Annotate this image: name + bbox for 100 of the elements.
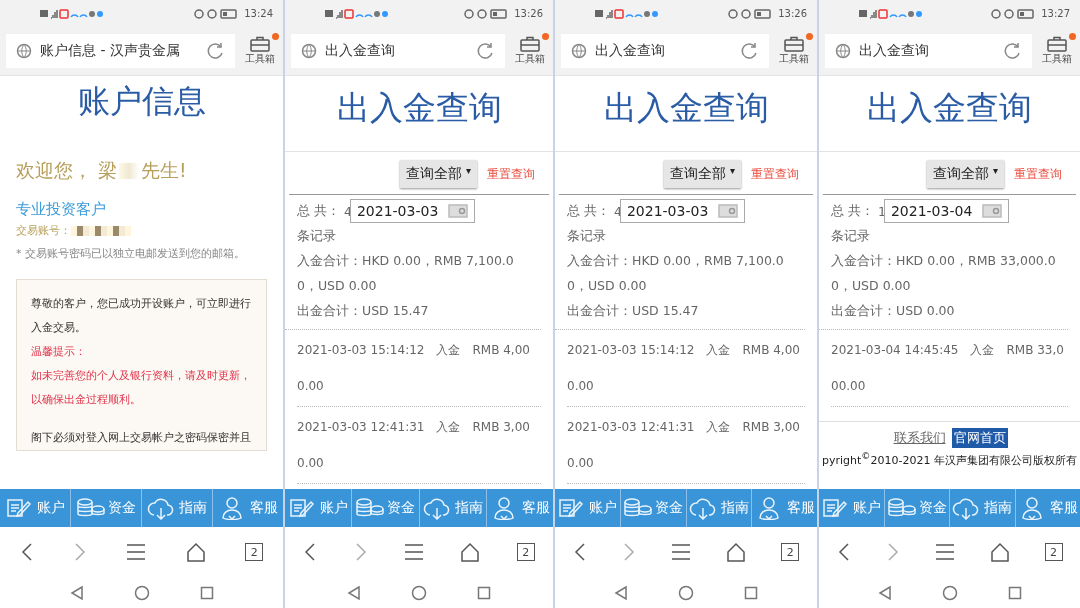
status-time: 13:27 xyxy=(1041,8,1070,19)
total-label: 总 共： xyxy=(831,202,874,220)
footer-link[interactable]: 官网首页 xyxy=(951,428,1008,448)
reset-link[interactable]: 重置查询 xyxy=(487,165,535,183)
calendar-icon xyxy=(718,204,739,218)
page-heading: 账户信息 xyxy=(76,81,207,122)
bottom-tab[interactable]: 指南 xyxy=(418,489,486,527)
reset-link[interactable]: 重置查询 xyxy=(1014,165,1062,183)
client-type: 专业投资客户 xyxy=(16,200,107,219)
filter-dropdown[interactable]: 查询全部 ▾ xyxy=(399,160,477,188)
filter-dropdown[interactable]: 查询全部 ▾ xyxy=(663,160,741,188)
deposit-total: 入金合计：HKD 0.00，RMB 7,100.00，USD 0.00 xyxy=(297,252,515,295)
address-field[interactable]: 账户信息 - 汉声贵金属 xyxy=(6,34,235,68)
status-icons-drawing xyxy=(991,8,1036,19)
home-circle-icon xyxy=(678,584,694,601)
toolbox-button[interactable]: 工具箱 xyxy=(243,36,277,66)
forward-icon xyxy=(353,542,368,562)
home-icon xyxy=(460,542,481,562)
menu-icon xyxy=(934,543,955,561)
home-circle-icon xyxy=(941,584,958,601)
menu-icon xyxy=(670,543,691,561)
notification-icons-drawing xyxy=(40,8,104,19)
back-triangle-icon xyxy=(614,584,628,601)
filter-dropdown[interactable]: 查询全部 ▾ xyxy=(926,160,1004,188)
tab-count-button[interactable]: 2 xyxy=(516,543,535,561)
back-icon xyxy=(303,542,318,562)
total-label: 总 共： xyxy=(567,202,610,220)
records-label: 条记录 xyxy=(831,227,871,245)
record-row: 2021-03-03 15:14:12 入金 RMB 4,000.00 xyxy=(567,330,805,407)
back-icon xyxy=(19,542,34,562)
bottom-tab[interactable]: 客服 xyxy=(485,489,553,527)
reload-icon xyxy=(739,41,759,61)
address-field[interactable]: 出入金查询 xyxy=(561,34,769,68)
status-icons-drawing xyxy=(194,8,239,19)
bottom-tab[interactable]: 资金 xyxy=(883,489,949,527)
greeting-text: 先生! xyxy=(141,158,187,183)
menu-icon xyxy=(126,543,147,561)
tab-count-button[interactable]: 2 xyxy=(245,543,264,561)
recents-square-icon xyxy=(199,585,214,600)
recents-square-icon xyxy=(1007,585,1022,600)
reload-icon xyxy=(475,41,495,61)
reset-link[interactable]: 重置查询 xyxy=(751,165,799,183)
home-icon xyxy=(726,542,747,562)
date-field[interactable]: 2021-03-03 xyxy=(349,199,476,223)
home-icon xyxy=(185,542,206,562)
menu-icon xyxy=(403,543,424,561)
home-icon xyxy=(989,542,1010,562)
recents-square-icon xyxy=(477,585,491,600)
back-triangle-icon xyxy=(69,584,84,601)
bottom-tab[interactable]: 指南 xyxy=(949,489,1015,527)
page-title: 出入金查询 xyxy=(325,42,396,60)
bottom-tab[interactable]: 指南 xyxy=(685,489,752,527)
records-label: 条记录 xyxy=(567,227,607,245)
status-icons-drawing xyxy=(728,8,773,19)
calendar-icon xyxy=(448,204,469,218)
total-count: 4 xyxy=(614,203,622,219)
account-label: 交易账号： xyxy=(16,223,71,238)
page-title: 出入金查询 xyxy=(859,42,930,60)
page-title: 账户信息 - 汉声贵金属 xyxy=(40,42,181,60)
deposit-total: 入金合计：HKD 0.00，RMB 7,100.00，USD 0.00 xyxy=(567,252,785,295)
briefcase-icon xyxy=(1047,36,1067,52)
briefcase-icon xyxy=(520,36,540,52)
globe-icon xyxy=(571,43,587,59)
bottom-tab[interactable]: 资金 xyxy=(619,489,686,527)
blurred-account-number xyxy=(71,225,131,236)
record-row: 2021-03-03 12:41:31 入金 RMB 3,000.00 xyxy=(297,407,541,484)
back-triangle-icon xyxy=(347,584,361,601)
bottom-tab[interactable]: 客服 xyxy=(751,489,817,527)
blurred-name xyxy=(119,163,140,179)
withdrawal-total: 出金合计：USD 15.47 xyxy=(297,302,430,320)
briefcase-icon xyxy=(250,36,270,52)
reload-icon xyxy=(205,41,225,61)
status-time: 13:26 xyxy=(778,8,807,19)
total-count: 4 xyxy=(344,203,352,219)
notification-icons-drawing xyxy=(325,8,389,19)
globe-icon xyxy=(835,43,851,59)
forward-icon xyxy=(885,542,900,562)
address-field[interactable]: 出入金查询 xyxy=(291,34,505,68)
deposit-total: 入金合计：HKD 0.00，RMB 33,000.00，USD 0.00 xyxy=(831,252,1056,295)
toolbox-button[interactable]: 工具箱 xyxy=(1040,36,1074,66)
calendar-icon xyxy=(982,204,1003,218)
home-circle-icon xyxy=(411,584,427,601)
warning-text: 如未完善您的个人及银行资料，请及时更新， xyxy=(31,368,252,384)
page-heading: 出入金查询 xyxy=(285,76,553,152)
recents-square-icon xyxy=(744,585,758,600)
tab-count-button[interactable]: 2 xyxy=(1044,543,1063,561)
forward-icon xyxy=(621,542,636,562)
page-heading: 出入金查询 xyxy=(819,76,1080,152)
date-field[interactable]: 2021-03-03 xyxy=(619,199,746,223)
toolbox-button[interactable]: 工具箱 xyxy=(777,36,811,66)
address-field[interactable]: 出入金查询 xyxy=(825,34,1032,68)
notification-icons-drawing xyxy=(595,8,659,19)
record-row: 2021-03-03 12:41:31 入金 RMB 3,000.00 xyxy=(567,407,805,484)
notice-text: * 交易账号密码已以独立电邮发送到您的邮箱。 xyxy=(16,246,246,261)
footer-link[interactable]: 联系我们 xyxy=(891,428,948,448)
tab-count-button[interactable]: 2 xyxy=(781,543,800,561)
page-title: 出入金查询 xyxy=(595,42,666,60)
date-field[interactable]: 2021-03-04 xyxy=(883,199,1010,223)
toolbox-button[interactable]: 工具箱 xyxy=(513,36,547,66)
bottom-tab[interactable]: 客服 xyxy=(1014,489,1080,527)
